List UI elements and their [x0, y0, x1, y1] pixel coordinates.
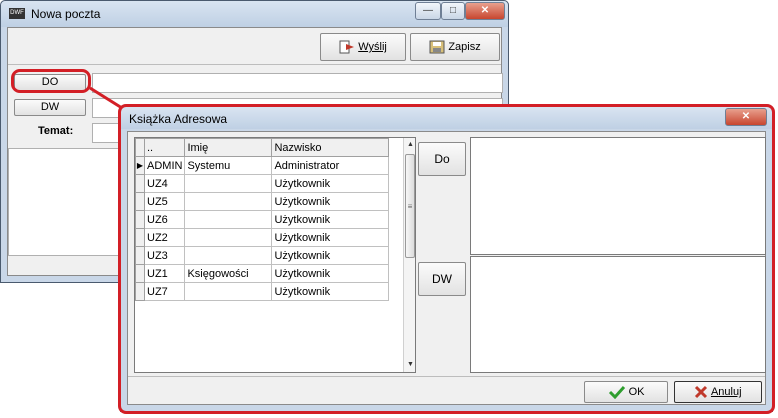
- send-label: Wyślij: [358, 41, 387, 53]
- save-icon: [429, 40, 445, 54]
- toolbar-separator: [8, 64, 501, 65]
- maximize-button[interactable]: □: [441, 2, 465, 20]
- send-button[interactable]: Wyślij: [320, 33, 406, 61]
- app-icon: DWF: [9, 8, 25, 19]
- save-label: Zapisz: [448, 41, 481, 53]
- window-title: Nowa poczta: [31, 7, 101, 21]
- new-mail-titlebar[interactable]: DWF Nowa poczta — □ ✕: [1, 1, 508, 27]
- save-button[interactable]: Zapisz: [410, 33, 500, 61]
- address-book-highlight: [118, 104, 775, 414]
- close-button[interactable]: ✕: [465, 2, 505, 20]
- send-icon: [339, 40, 355, 54]
- to-field[interactable]: [92, 73, 503, 93]
- to-button-highlight: [11, 69, 91, 93]
- subject-label: Temat:: [38, 125, 74, 137]
- cc-button[interactable]: DW: [14, 99, 86, 116]
- minimize-button[interactable]: —: [415, 2, 441, 20]
